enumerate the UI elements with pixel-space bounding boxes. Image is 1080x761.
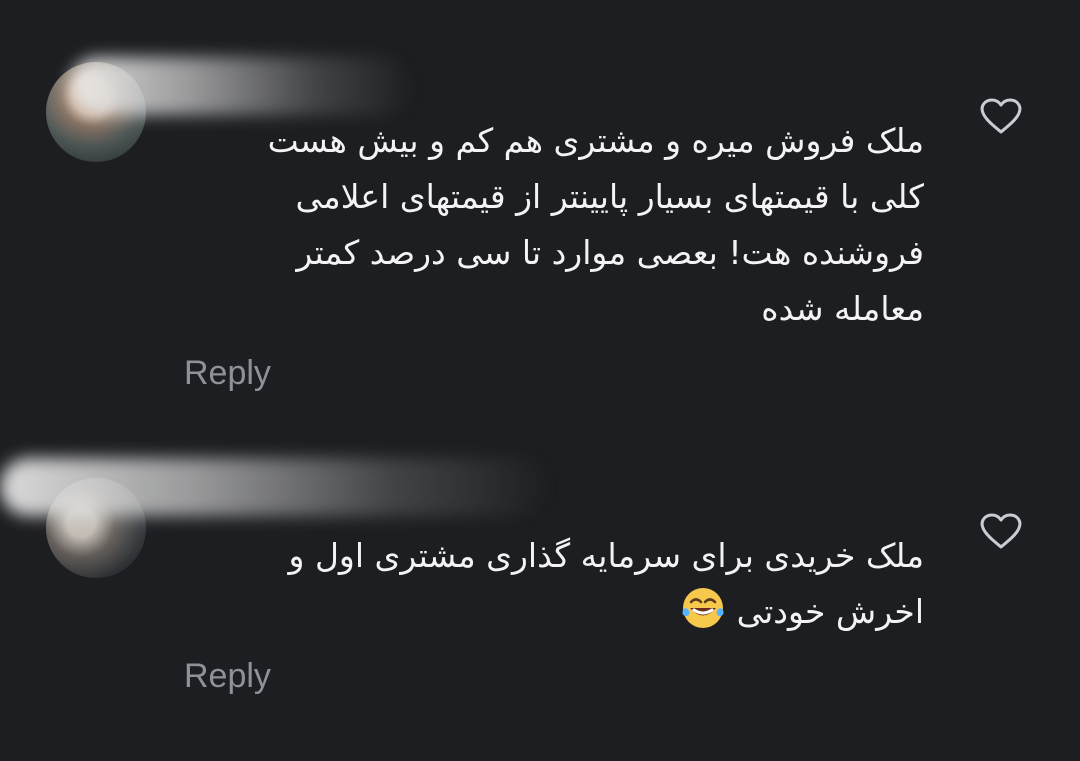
comment-text: ملک فروش میره و مشتری هم کم و بیش هست کل… [164,113,924,337]
blurred-username [70,57,410,115]
comment-line: فروشنده هت! بعصی موارد تا سی درصد کمتر [296,233,924,272]
comment-text: ملک خریدی برای سرمایه گذاری مشتری اول و … [164,528,924,640]
comment-line: کلی با قیمتهای بسیار پایینتر از قیمتهای … [295,177,924,216]
comments-screen: ملک فروش میره و مشتری هم کم و بیش هست کل… [0,0,1080,761]
reply-button[interactable]: Reply [184,657,271,696]
comment-line: اخرش خودتی [164,584,924,640]
comment-line: معامله شده [761,289,924,328]
reply-button[interactable]: Reply [184,354,271,393]
face-with-tears-of-joy-icon [682,588,724,628]
blurred-username [0,458,545,516]
comment-line: ملک فروش میره و مشتری هم کم و بیش هست [267,121,924,160]
comment-line-text: اخرش خودتی [736,592,924,631]
comment-line: ملک خریدی برای سرمایه گذاری مشتری اول و [288,536,924,575]
heart-icon[interactable] [978,97,1024,137]
heart-icon[interactable] [978,512,1024,552]
